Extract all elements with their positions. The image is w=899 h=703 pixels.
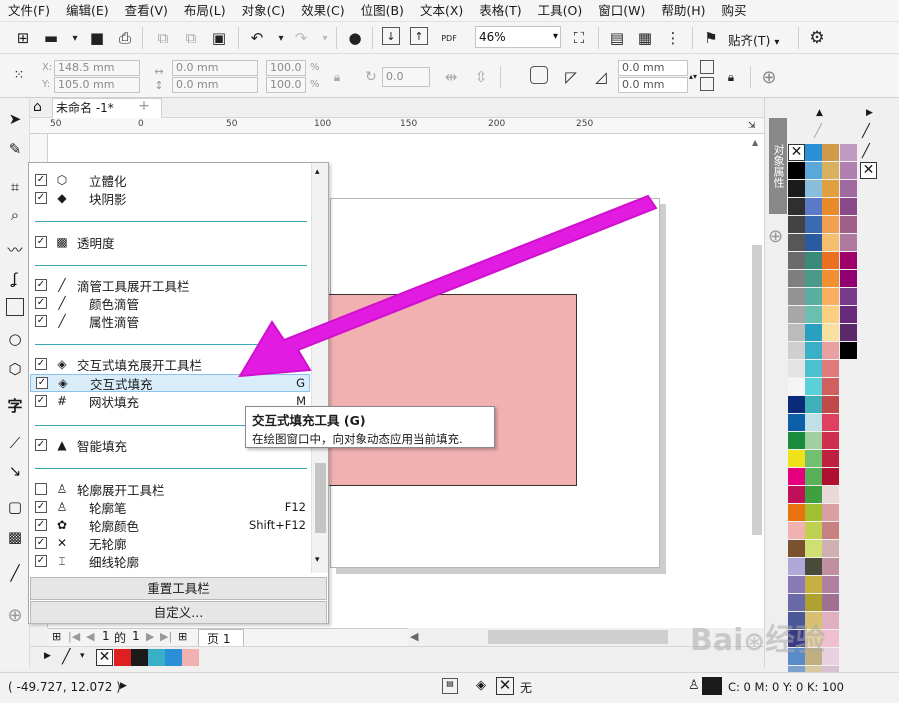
annotation-arrow xyxy=(238,194,658,378)
cursor-coordinates: ( -49.727, 12.072 ) xyxy=(8,680,121,694)
outline-color-info: C: 0 M: 0 Y: 0 K: 100 xyxy=(728,680,844,694)
watermark-logo: Bai⊛经验 xyxy=(690,623,826,658)
outline-pen-icon: ♙ xyxy=(688,678,700,693)
color-proof-icon[interactable]: ▤ xyxy=(442,678,458,694)
fill-icon: ◈ xyxy=(476,678,486,693)
fill-status-label: 无 xyxy=(520,681,533,695)
status-expand-icon[interactable]: ▶ xyxy=(120,681,127,691)
outline-color-swatch xyxy=(702,677,722,695)
no-fill-icon: ✕ xyxy=(496,677,514,695)
status-bar: ( -49.727, 12.072 ) ▶ ▤ ◈ ✕ 无 ♙ C: 0 M: … xyxy=(0,672,899,703)
